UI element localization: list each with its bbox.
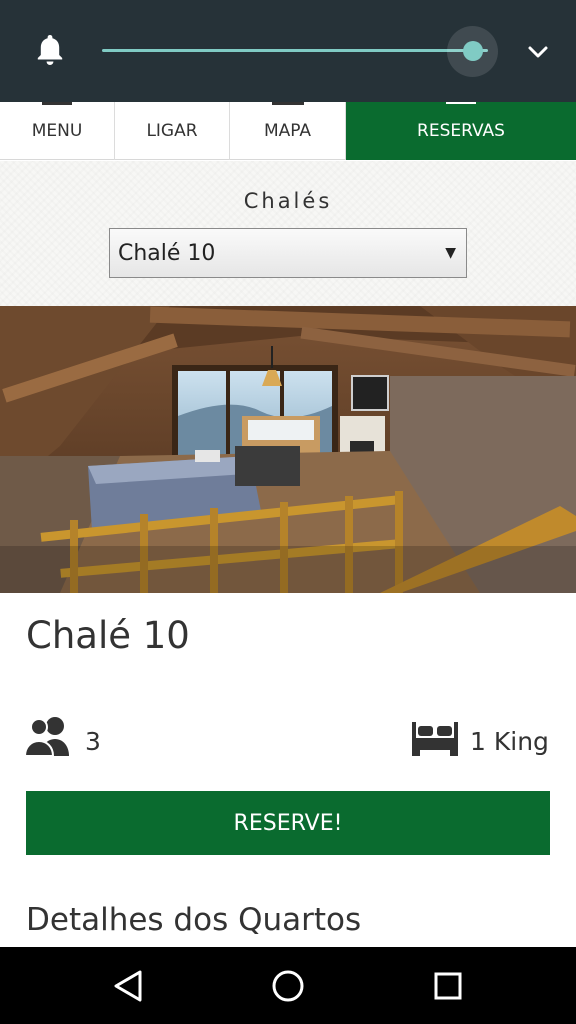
chalet-selector-label: Chalés xyxy=(243,189,333,213)
chalet-select-value: Chalé 10 xyxy=(118,240,216,266)
chalet-select[interactable]: Chalé 10 ▼ xyxy=(109,228,467,278)
top-nav-tabs: MENU LIGAR MAPA RESERVAS xyxy=(0,102,576,160)
dropdown-arrow-icon: ▼ xyxy=(445,245,456,261)
tab-menu[interactable]: MENU xyxy=(0,102,115,160)
chalet-title: Chalé 10 xyxy=(26,614,190,657)
reserve-button[interactable]: RESERVE! xyxy=(26,791,550,855)
calendar-icon xyxy=(446,102,476,104)
bell-icon[interactable] xyxy=(34,32,66,68)
chalet-interior-image xyxy=(0,306,576,593)
tab-reservas[interactable]: RESERVAS xyxy=(346,102,576,160)
guests-count: 3 xyxy=(85,727,101,756)
tab-mapa[interactable]: MAPA xyxy=(230,102,346,160)
bed-icon xyxy=(412,722,458,756)
home-icon[interactable] xyxy=(271,969,305,1003)
chalet-selector-section: Chalés Chalé 10 ▼ xyxy=(0,161,576,306)
room-details-heading: Detalhes dos Quartos xyxy=(26,902,362,938)
tab-reservas-label: RESERVAS xyxy=(417,121,505,141)
recents-icon[interactable] xyxy=(434,972,462,1000)
tab-ligar[interactable]: LIGAR xyxy=(115,102,230,160)
menu-icon xyxy=(42,102,72,105)
tab-menu-label: MENU xyxy=(31,121,83,141)
guests-icon xyxy=(25,717,69,757)
bed-label: 1 King xyxy=(470,727,549,756)
brightness-slider-track[interactable] xyxy=(102,49,488,52)
chalet-photo xyxy=(0,306,576,593)
back-icon[interactable] xyxy=(112,969,144,1003)
notification-shade xyxy=(0,0,576,102)
expand-chevron-icon[interactable] xyxy=(524,38,552,66)
tab-mapa-label: MAPA xyxy=(263,121,312,141)
tab-ligar-label: LIGAR xyxy=(146,121,198,141)
map-icon xyxy=(271,102,304,105)
brightness-slider-thumb[interactable] xyxy=(462,41,483,61)
